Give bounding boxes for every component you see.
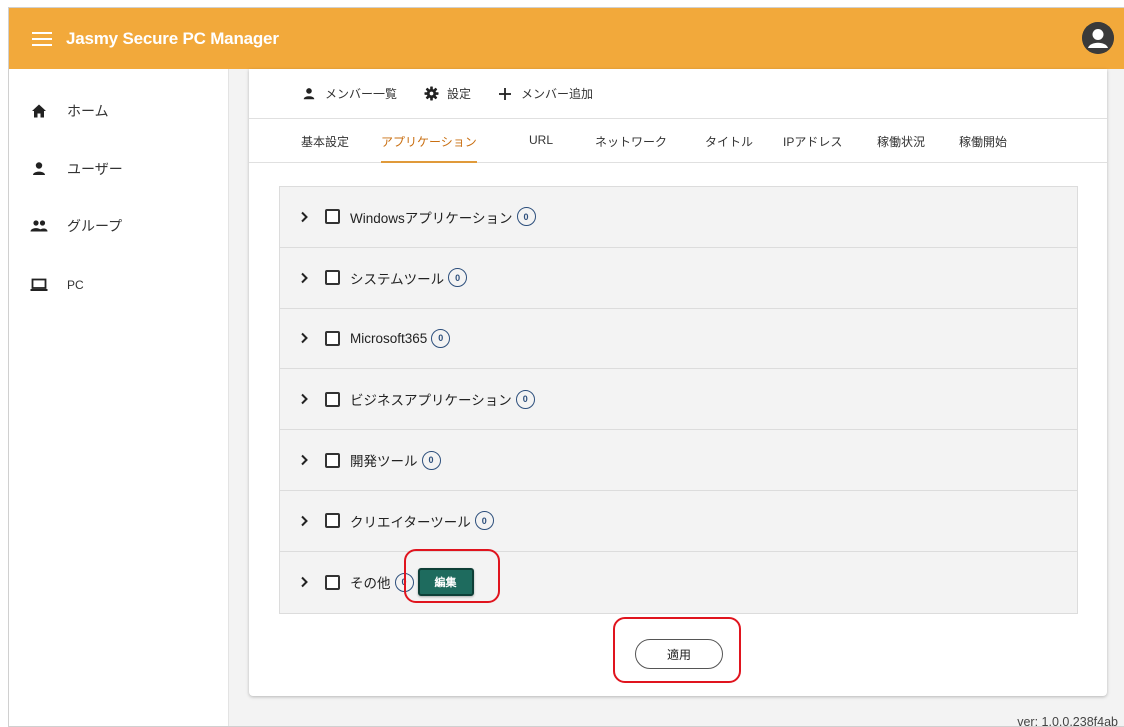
chevron-right-icon[interactable]: [297, 210, 311, 224]
tab-label: ネットワーク: [595, 135, 668, 149]
tab-ip-address[interactable]: IPアドレス: [783, 133, 842, 163]
tab-operation-status[interactable]: 稼働状況: [877, 133, 925, 163]
count-badge: 0: [448, 268, 468, 288]
category-checkbox[interactable]: [325, 391, 340, 407]
tab-title[interactable]: タイトル: [705, 133, 753, 163]
sidebar-item-users[interactable]: ユーザー: [9, 149, 229, 189]
category-label: その他: [350, 576, 391, 592]
tab-label: URL: [529, 133, 554, 147]
tab-label: 基本設定: [301, 135, 350, 149]
person-icon: [29, 159, 49, 179]
list-item: ビジネスアプリケーション 0: [280, 369, 1077, 431]
app-bar: Jasmy Secure PC Manager: [9, 8, 1124, 69]
sidebar-item-pc[interactable]: PC: [9, 265, 229, 305]
tab-operation-start[interactable]: 稼働開始: [959, 133, 1007, 163]
sidebar-item-label: グループ: [67, 218, 123, 234]
category-label: ビジネスアプリケーション: [350, 393, 512, 409]
list-item: クリエイターツール 0: [280, 491, 1077, 552]
count-badge: 0: [516, 207, 536, 227]
list-item: 開発ツール 0: [280, 430, 1077, 491]
count-badge: 0: [421, 450, 441, 470]
user-avatar-icon[interactable]: [1082, 22, 1114, 54]
category-checkbox[interactable]: [325, 330, 340, 346]
tab-applications[interactable]: アプリケーション: [381, 133, 477, 163]
category-label: クリエイターツール: [350, 514, 471, 530]
active-tab-indicator: [381, 161, 477, 163]
list-item: Microsoft365 0: [280, 309, 1077, 370]
sidebar-item-label: ユーザー: [67, 161, 123, 177]
tab-label: アプリケーション: [381, 135, 477, 149]
category-label: システムツール: [350, 271, 445, 287]
tab-label: メンバー一覧: [325, 87, 398, 101]
chevron-right-icon[interactable]: [297, 392, 311, 406]
category-checkbox[interactable]: [325, 513, 340, 529]
tab-label: 稼働開始: [959, 135, 1008, 149]
person-icon: [301, 86, 317, 102]
sidebar: ホーム ユーザー グループ PC: [9, 69, 229, 726]
application-category-list: Windowsアプリケーション 0 システムツール 0 Microsoft365…: [279, 186, 1078, 614]
app-window: Jasmy Secure PC Manager ホーム ユーザー グループ PC…: [8, 7, 1124, 727]
sidebar-item-label: PC: [67, 278, 84, 292]
tab-label: 稼働状況: [877, 135, 926, 149]
edit-button[interactable]: 編集: [417, 568, 474, 597]
sidebar-item-home[interactable]: ホーム: [9, 91, 229, 131]
tab-network[interactable]: ネットワーク: [595, 133, 667, 163]
tab-label: 設定: [447, 87, 472, 101]
category-checkbox[interactable]: [325, 452, 340, 468]
tab-member-list[interactable]: メンバー一覧: [301, 79, 397, 109]
tab-label: タイトル: [705, 135, 754, 149]
category-label: Microsoft365: [350, 330, 428, 346]
tab-label: メンバー追加: [521, 87, 594, 101]
sidebar-item-groups[interactable]: グループ: [9, 206, 229, 246]
category-checkbox[interactable]: [325, 209, 340, 225]
tab-add-member[interactable]: メンバー追加: [497, 79, 593, 109]
settings-card: メンバー一覧 設定 メンバー追加 基本設定 アプリケーション URL ネットワー…: [249, 69, 1107, 696]
sidebar-item-label: ホーム: [67, 103, 109, 119]
tab-url[interactable]: URL: [529, 133, 553, 163]
tab-settings[interactable]: 設定: [423, 79, 471, 109]
version-label: ver: 1.0.0.238f4ab: [1017, 715, 1118, 727]
count-badge: 0: [515, 389, 535, 409]
count-badge: 0: [394, 572, 414, 592]
sub-tab-bar: 基本設定 アプリケーション URL ネットワーク タイトル IPアドレス 稼働状…: [249, 119, 1107, 163]
tab-label: IPアドレス: [783, 135, 843, 149]
chevron-right-icon[interactable]: [297, 331, 311, 345]
chevron-right-icon[interactable]: [297, 514, 311, 528]
group-icon: [29, 216, 49, 236]
list-item: その他 0 編集: [280, 552, 1077, 613]
list-item: システムツール 0: [280, 248, 1077, 309]
category-checkbox[interactable]: [325, 270, 340, 286]
home-icon: [29, 101, 49, 121]
category-label: Windowsアプリケーション: [350, 210, 513, 226]
chevron-right-icon[interactable]: [297, 453, 311, 467]
count-badge: 0: [474, 511, 494, 531]
tab-basic-settings[interactable]: 基本設定: [301, 133, 349, 163]
plus-icon: [497, 86, 513, 102]
menu-icon[interactable]: [32, 31, 52, 46]
count-badge: 0: [431, 328, 451, 348]
category-checkbox[interactable]: [325, 574, 340, 590]
category-label: 開発ツール: [350, 454, 418, 470]
main-content: メンバー一覧 設定 メンバー追加 基本設定 アプリケーション URL ネットワー…: [229, 69, 1124, 726]
chevron-right-icon[interactable]: [297, 575, 311, 589]
gear-icon: [423, 86, 439, 102]
app-title: Jasmy Secure PC Manager: [66, 28, 279, 48]
apply-button[interactable]: 適用: [635, 639, 723, 669]
laptop-icon: [29, 275, 49, 295]
top-tab-bar: メンバー一覧 設定 メンバー追加: [249, 69, 1107, 119]
list-item: Windowsアプリケーション 0: [280, 187, 1077, 248]
chevron-right-icon[interactable]: [297, 271, 311, 285]
